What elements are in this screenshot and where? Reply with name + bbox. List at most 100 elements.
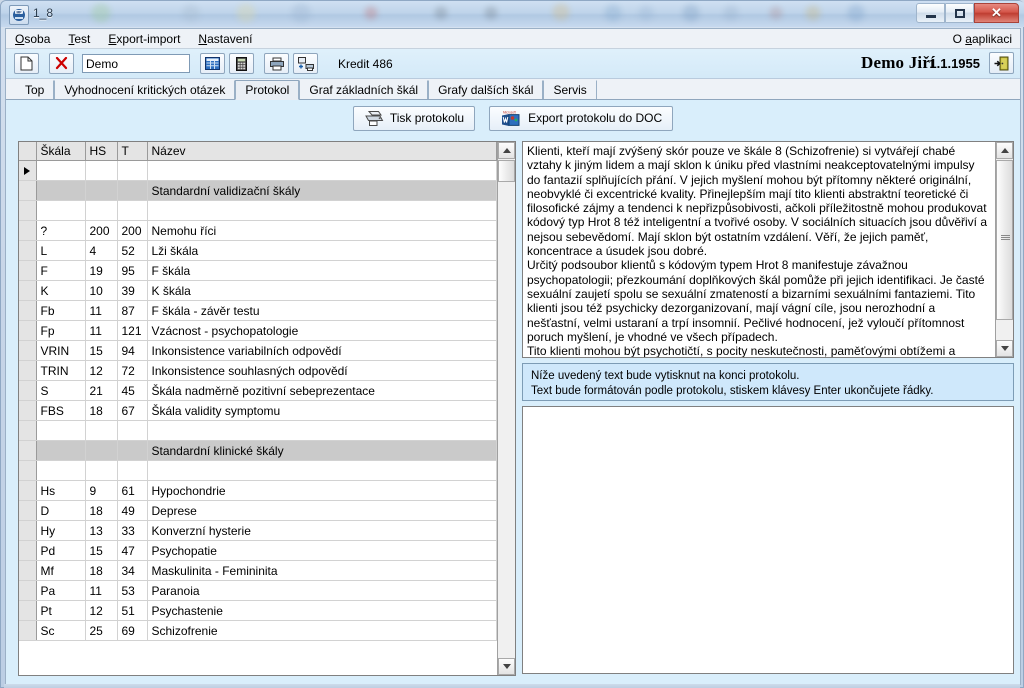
table-row[interactable]: TRIN 12 72 Inkonsistence souhlasných odpově… <box>19 360 497 381</box>
table-row[interactable]: S 21 45 Škála nadměrně pozitivní sebeprezen… <box>19 380 497 401</box>
cell-hs[interactable] <box>85 460 118 481</box>
cell-hs[interactable]: 25 <box>85 620 118 641</box>
memo-vertical-scrollbar[interactable] <box>995 142 1013 357</box>
menu-nastaveni[interactable]: Nastavení <box>189 30 261 48</box>
cell-nazev[interactable] <box>147 420 497 441</box>
menu-osoba[interactable]: Osoba <box>6 30 59 48</box>
column-header-nazev[interactable]: Název <box>147 142 497 161</box>
cell-skala[interactable]: Pd <box>36 540 86 561</box>
table-row[interactable]: Fb 11 87 F škála - závěr testu <box>19 300 497 321</box>
cell-t[interactable]: 69 <box>117 620 148 641</box>
cell-hs[interactable]: 9 <box>85 480 118 501</box>
memo-scroll-up-button[interactable] <box>996 142 1013 159</box>
cell-t[interactable] <box>117 160 148 181</box>
cell-hs[interactable]: 11 <box>85 580 118 601</box>
cell-skala[interactable]: D <box>36 500 86 521</box>
cell-t[interactable]: 47 <box>117 540 148 561</box>
cell-skala[interactable]: VRIN <box>36 340 86 361</box>
print-setup-button[interactable] <box>293 53 318 74</box>
menu-test[interactable]: Test <box>59 30 99 48</box>
cell-skala[interactable]: Fp <box>36 320 86 341</box>
table-row[interactable]: L 4 52 Lži škála <box>19 240 497 261</box>
cell-nazev[interactable]: Paranoia <box>147 580 497 601</box>
row-indicator-cell[interactable] <box>19 560 37 581</box>
cell-hs[interactable]: 11 <box>85 300 118 321</box>
cell-nazev[interactable]: Standardní klinické škály <box>147 440 497 461</box>
cell-t[interactable]: 72 <box>117 360 148 381</box>
cell-nazev[interactable] <box>147 460 497 481</box>
grid-scroll-down-button[interactable] <box>498 658 515 675</box>
cell-t[interactable]: 45 <box>117 380 148 401</box>
row-indicator-cell[interactable] <box>19 520 37 541</box>
cell-skala[interactable]: Mf <box>36 560 86 581</box>
cell-t[interactable]: 49 <box>117 500 148 521</box>
cell-hs[interactable]: 4 <box>85 240 118 261</box>
cell-nazev[interactable] <box>147 200 497 221</box>
memo-scroll-thumb[interactable] <box>996 160 1013 320</box>
print-protocol-button[interactable]: Tisk protokolu <box>352 105 476 131</box>
cell-nazev[interactable]: Inkonsistence souhlasných odpovědí <box>147 360 497 381</box>
cell-skala[interactable]: L <box>36 240 86 261</box>
minimize-button[interactable] <box>916 3 945 23</box>
cell-hs[interactable]: 18 <box>85 500 118 521</box>
cell-nazev[interactable]: Maskulinita - Femininita <box>147 560 497 581</box>
row-indicator-cell[interactable] <box>19 180 37 201</box>
cell-nazev[interactable]: Konverzní hysterie <box>147 520 497 541</box>
row-indicator-cell[interactable] <box>19 280 37 301</box>
row-indicator-cell[interactable] <box>19 340 37 361</box>
table-row[interactable]: Hy 13 33 Konverzní hysterie <box>19 520 497 541</box>
export-doc-button[interactable]: Microsoft Export protokolu do DOC <box>489 105 674 131</box>
cell-hs[interactable]: 15 <box>85 540 118 561</box>
cell-nazev[interactable]: Vzácnost - psychopatologie <box>147 320 497 341</box>
menu-about[interactable]: O aaplikaci <box>953 32 1012 46</box>
cell-skala[interactable]: S <box>36 380 86 401</box>
row-indicator-cell[interactable] <box>19 440 37 461</box>
tab-grafy-dalsich-skal[interactable]: Grafy dalších škál <box>428 80 544 99</box>
grid-vertical-scrollbar[interactable] <box>497 142 515 675</box>
table-row[interactable]: FBS 18 67 Škála validity symptomu <box>19 400 497 421</box>
cell-skala[interactable]: ? <box>36 220 86 241</box>
show-table-button[interactable] <box>200 53 225 74</box>
cell-skala[interactable] <box>36 440 86 461</box>
cell-nazev[interactable]: Schizofrenie <box>147 620 497 641</box>
cell-nazev[interactable]: Škála nadměrně pozitivní sebeprezentace <box>147 380 497 401</box>
cell-t[interactable]: 95 <box>117 260 148 281</box>
cell-hs[interactable]: 13 <box>85 520 118 541</box>
table-row[interactable]: Sc 25 69 Schizofrenie <box>19 620 497 641</box>
tab-vyhodnoceni-kritickych-otazek[interactable]: Vyhodnocení kritických otázek <box>54 80 236 99</box>
grid-scroll-up-button[interactable] <box>498 142 515 159</box>
tab-protokol[interactable]: Protokol <box>235 80 300 100</box>
row-indicator-cell[interactable] <box>19 260 37 281</box>
cell-t[interactable]: 200 <box>117 220 148 241</box>
table-row[interactable]: Hs 9 61 Hypochondrie <box>19 480 497 501</box>
print-button[interactable] <box>264 53 289 74</box>
close-button[interactable]: ✕ <box>974 3 1019 23</box>
column-header-t[interactable]: T <box>117 142 148 161</box>
cell-nazev[interactable]: Deprese <box>147 500 497 521</box>
cell-skala[interactable]: Hy <box>36 520 86 541</box>
row-indicator-cell[interactable] <box>19 160 37 181</box>
tab-graf-zakladnich-skal[interactable]: Graf základních škál <box>299 80 429 99</box>
cell-nazev[interactable]: Škála validity symptomu <box>147 400 497 421</box>
cell-nazev[interactable] <box>147 160 497 181</box>
protocol-note-textarea[interactable] <box>522 406 1014 674</box>
cell-t[interactable]: 121 <box>117 320 148 341</box>
cell-hs[interactable]: 18 <box>85 560 118 581</box>
cell-skala[interactable] <box>36 200 86 221</box>
row-indicator-cell[interactable] <box>19 200 37 221</box>
table-row[interactable]: ? 200 200 Nemohu říci <box>19 220 497 241</box>
cell-hs[interactable]: 12 <box>85 600 118 621</box>
row-indicator-cell[interactable] <box>19 620 37 641</box>
cell-skala[interactable]: FBS <box>36 400 86 421</box>
cell-skala[interactable] <box>36 460 86 481</box>
cell-t[interactable]: 67 <box>117 400 148 421</box>
cell-t[interactable] <box>117 180 148 201</box>
cell-skala[interactable]: K <box>36 280 86 301</box>
table-row[interactable]: K 10 39 K škála <box>19 280 497 301</box>
table-row[interactable]: Pd 15 47 Psychopatie <box>19 540 497 561</box>
calculator-button[interactable] <box>229 53 254 74</box>
cell-t[interactable] <box>117 440 148 461</box>
cell-hs[interactable] <box>85 160 118 181</box>
cell-hs[interactable]: 21 <box>85 380 118 401</box>
table-row[interactable]: D 18 49 Deprese <box>19 500 497 521</box>
